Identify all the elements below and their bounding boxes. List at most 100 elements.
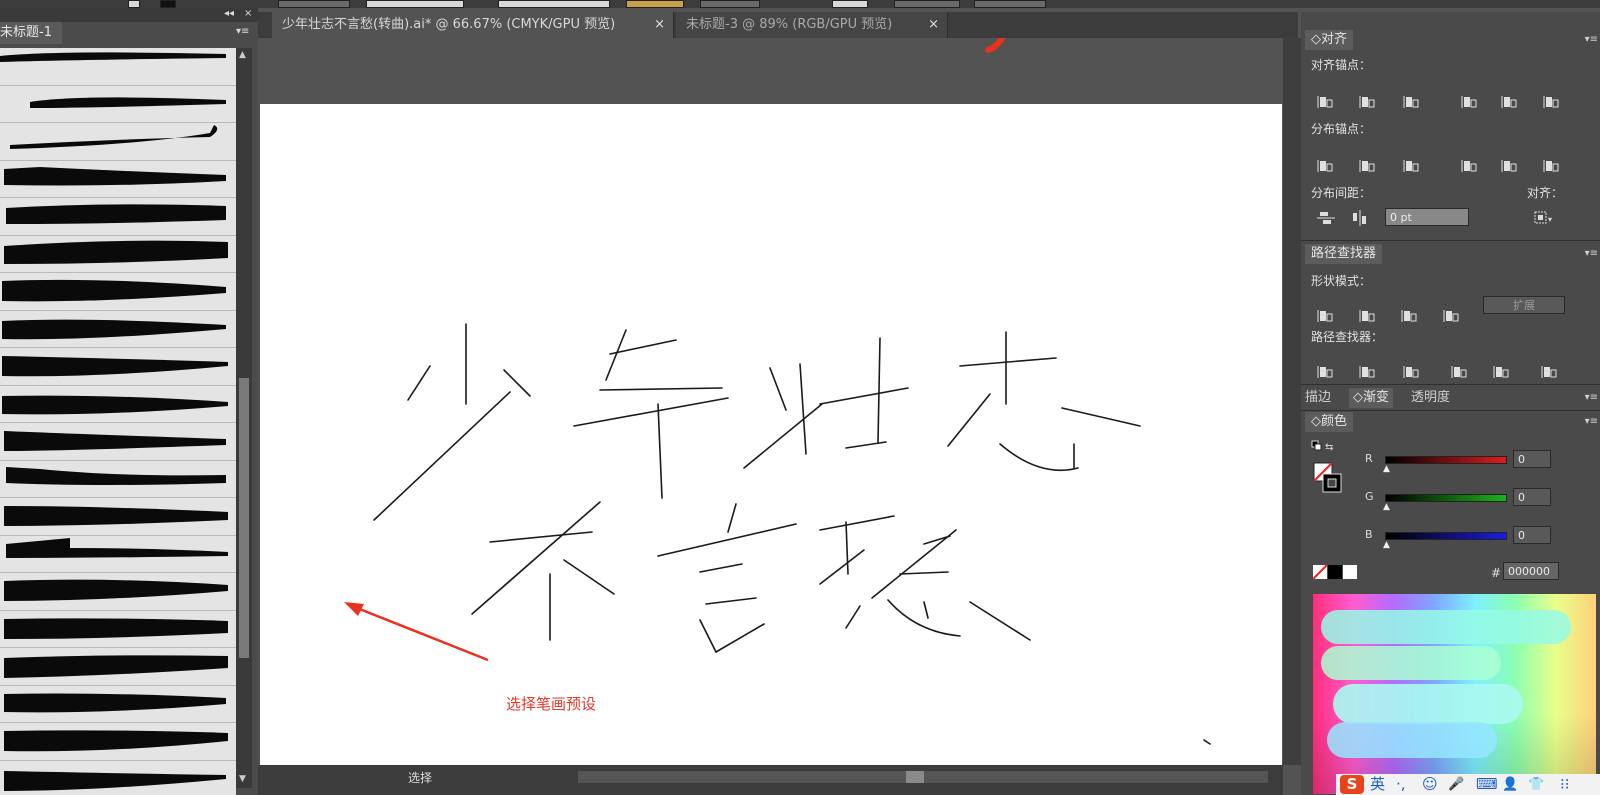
scroll-up-icon[interactable]: ▲ bbox=[239, 50, 246, 60]
panel-menu-icon[interactable]: ▾≡ bbox=[236, 26, 249, 37]
brush-preset[interactable] bbox=[0, 686, 236, 723]
brush-preset[interactable] bbox=[0, 123, 236, 161]
pathfinder-panel-tab[interactable]: 路径查找器 bbox=[1305, 244, 1383, 264]
distribute-bottom-icon[interactable] bbox=[1403, 158, 1421, 174]
microphone-icon[interactable]: 🎤 bbox=[1448, 775, 1464, 794]
doc-setup-button[interactable] bbox=[832, 0, 868, 8]
brush-preset[interactable] bbox=[0, 611, 236, 648]
distribute-top-icon[interactable] bbox=[1317, 158, 1335, 174]
artboard[interactable] bbox=[260, 104, 1282, 765]
style-dropdown[interactable] bbox=[700, 0, 760, 8]
channel-value-field[interactable]: 0 bbox=[1513, 450, 1551, 468]
channel-value-field[interactable]: 0 bbox=[1513, 526, 1551, 544]
align-hcenter-icon[interactable] bbox=[1359, 94, 1377, 110]
brush-preset[interactable] bbox=[0, 236, 236, 273]
align-right-icon[interactable] bbox=[1403, 94, 1421, 110]
brush-preset[interactable] bbox=[0, 198, 236, 236]
channel-value-field[interactable]: 0 bbox=[1513, 488, 1551, 506]
slider-thumb-icon[interactable]: ▲ bbox=[1383, 464, 1390, 474]
align-to-selection-icon[interactable]: ▾ bbox=[1533, 210, 1552, 226]
close-icon[interactable]: × bbox=[928, 12, 939, 38]
brush-preset[interactable] bbox=[0, 423, 236, 461]
opacity-link[interactable] bbox=[626, 0, 684, 8]
brush-preset[interactable] bbox=[0, 461, 236, 498]
default-colors-icon[interactable]: ⇆ bbox=[1311, 440, 1333, 456]
none-black-white-swatches[interactable] bbox=[1313, 564, 1359, 580]
panel-menu-icon[interactable]: ▾≡ bbox=[1585, 416, 1598, 427]
brush-preset[interactable] bbox=[0, 386, 236, 423]
distribute-vcenter-icon[interactable] bbox=[1359, 158, 1377, 174]
toolbox-icon[interactable]: ⁝⁝ bbox=[1560, 775, 1570, 794]
collapse-icon[interactable]: ◂◂ bbox=[224, 8, 234, 20]
stroke-swatch[interactable] bbox=[160, 0, 176, 8]
outline-icon[interactable] bbox=[1493, 364, 1511, 380]
arrange-button[interactable] bbox=[974, 0, 1046, 8]
color-spectrum[interactable] bbox=[1313, 594, 1596, 794]
brush-list-scrollbar[interactable]: ▲ ▼ bbox=[236, 48, 252, 788]
expand-button[interactable]: 扩展 bbox=[1483, 296, 1565, 314]
tab-gradient[interactable]: ◇渐变 bbox=[1349, 388, 1393, 408]
align-panel-tab[interactable]: ◇对齐 bbox=[1305, 30, 1353, 50]
brush-library-tab[interactable]: 未标题-1 bbox=[0, 22, 62, 44]
scroll-down-icon[interactable]: ▼ bbox=[239, 774, 246, 784]
minus-front-icon[interactable] bbox=[1359, 308, 1377, 324]
divide-icon[interactable] bbox=[1317, 364, 1335, 380]
close-icon[interactable]: × bbox=[244, 8, 252, 20]
brush-definition-dropdown[interactable] bbox=[498, 0, 610, 8]
calligraphy-artwork[interactable] bbox=[260, 104, 1282, 765]
align-top-icon[interactable] bbox=[1461, 94, 1479, 110]
distribute-left-icon[interactable] bbox=[1461, 158, 1479, 174]
brush-preset[interactable] bbox=[0, 723, 236, 761]
keyboard-icon[interactable]: ⌨ bbox=[1476, 775, 1498, 794]
emoji-icon[interactable]: ☺ bbox=[1422, 775, 1438, 794]
slider-thumb-icon[interactable]: ▲ bbox=[1383, 502, 1390, 512]
canvas-vertical-scrollbar[interactable] bbox=[1283, 38, 1301, 765]
scroll-thumb[interactable] bbox=[239, 378, 249, 658]
merge-icon[interactable] bbox=[1403, 364, 1421, 380]
brush-preset[interactable] bbox=[0, 311, 236, 348]
tool-status-label[interactable]: 选择 bbox=[408, 769, 432, 786]
hex-field[interactable]: 000000 bbox=[1503, 562, 1559, 580]
intersect-icon[interactable] bbox=[1401, 308, 1419, 324]
variable-width-dropdown[interactable] bbox=[366, 0, 464, 8]
tab-document-2[interactable]: 未标题-3 @ 89% (RGB/GPU 预览) × bbox=[676, 12, 948, 38]
panel-menu-icon[interactable]: ▾≡ bbox=[1585, 392, 1598, 403]
channel-slider[interactable] bbox=[1385, 456, 1507, 464]
stroke-weight-field[interactable] bbox=[278, 0, 350, 8]
canvas-area[interactable] bbox=[258, 38, 1283, 765]
align-left-icon[interactable] bbox=[1317, 94, 1335, 110]
fill-stroke-swatch[interactable] bbox=[1313, 462, 1342, 494]
brush-preset[interactable] bbox=[0, 498, 236, 536]
brush-preset[interactable] bbox=[0, 761, 236, 795]
preferences-button[interactable] bbox=[894, 0, 960, 8]
channel-slider[interactable] bbox=[1385, 494, 1507, 502]
brush-preset[interactable] bbox=[0, 648, 236, 686]
trim-icon[interactable] bbox=[1359, 364, 1377, 380]
ime-mode[interactable]: 英 bbox=[1370, 775, 1385, 794]
tab-stroke[interactable]: 描边 bbox=[1305, 388, 1331, 408]
exclude-icon[interactable] bbox=[1443, 308, 1461, 324]
user-icon[interactable]: 👤 bbox=[1502, 775, 1518, 794]
horizontal-scroll-thumb[interactable] bbox=[906, 771, 924, 783]
distribute-hcenter-icon[interactable] bbox=[1501, 158, 1519, 174]
distribute-right-icon[interactable] bbox=[1543, 158, 1561, 174]
brush-preset[interactable] bbox=[0, 273, 236, 311]
align-vcenter-icon[interactable] bbox=[1501, 94, 1519, 110]
brush-preset[interactable] bbox=[0, 86, 236, 123]
horizontal-spacing-icon[interactable] bbox=[1351, 210, 1369, 226]
tab-document-1[interactable]: 少年壮志不言愁(转曲).ai* @ 66.67% (CMYK/GPU 预览) × bbox=[272, 12, 674, 38]
crop-icon[interactable] bbox=[1451, 364, 1469, 380]
brush-preset[interactable] bbox=[0, 573, 236, 611]
brush-preset[interactable] bbox=[0, 48, 236, 86]
color-panel-tab[interactable]: ◇颜色 bbox=[1305, 412, 1353, 432]
panel-menu-icon[interactable]: ▾≡ bbox=[1585, 34, 1598, 45]
brush-preset[interactable] bbox=[0, 536, 236, 573]
align-bottom-icon[interactable] bbox=[1543, 94, 1561, 110]
brush-preset[interactable] bbox=[0, 348, 236, 386]
vertical-spacing-icon[interactable] bbox=[1317, 210, 1335, 226]
tab-transparency[interactable]: 透明度 bbox=[1411, 388, 1450, 408]
close-icon[interactable]: × bbox=[654, 12, 665, 38]
panel-menu-icon[interactable]: ▾≡ bbox=[1585, 248, 1598, 259]
fill-swatch[interactable] bbox=[128, 0, 140, 8]
minus-back-icon[interactable] bbox=[1541, 364, 1559, 380]
